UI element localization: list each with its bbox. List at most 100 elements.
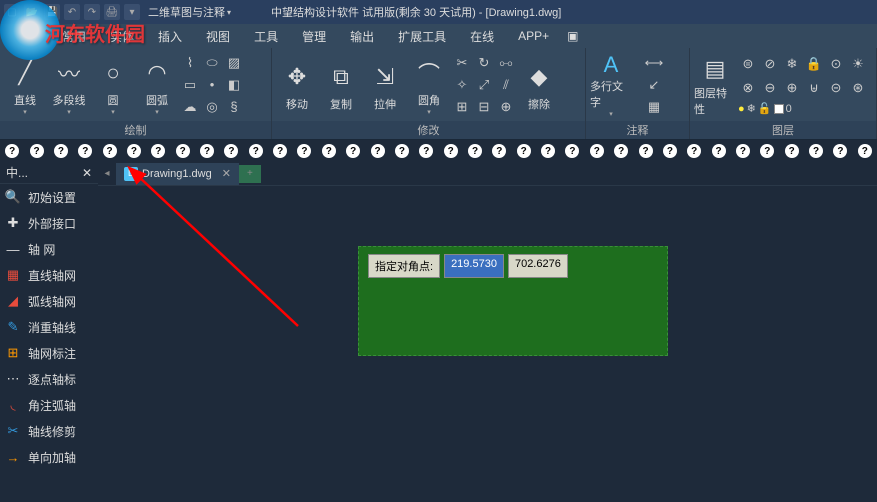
sidebar-item-10[interactable]: →单向加轴 bbox=[0, 444, 98, 470]
panel-tab-unknown[interactable]: ? bbox=[246, 142, 266, 160]
array-icon[interactable]: ⊞ bbox=[452, 97, 472, 117]
move-button[interactable]: ✥移动 bbox=[276, 53, 318, 117]
panel-tab-unknown[interactable]: ? bbox=[221, 142, 241, 160]
sidebar-item-2[interactable]: —轴 网 bbox=[0, 236, 98, 262]
line-button[interactable]: ╱直线▾ bbox=[4, 53, 46, 117]
layer-off-icon[interactable]: ⊘ bbox=[760, 54, 780, 74]
layer-iso-icon[interactable]: ⊜ bbox=[738, 54, 758, 74]
sidebar-item-6[interactable]: ⊞轴网标注 bbox=[0, 340, 98, 366]
panel-tab-unknown[interactable]: ? bbox=[660, 142, 680, 160]
join-icon[interactable]: ⊕ bbox=[496, 97, 516, 117]
panel-tab-unknown[interactable]: ? bbox=[611, 142, 631, 160]
layer-freeze-icon[interactable]: ❄ bbox=[782, 54, 802, 74]
layer-thaw-icon[interactable]: ☀ bbox=[848, 54, 868, 74]
menu-manage[interactable]: 管理 bbox=[290, 24, 338, 49]
mtext-button[interactable]: A多行文字▾ bbox=[590, 53, 632, 117]
break-icon[interactable]: ⊟ bbox=[474, 97, 494, 117]
tab-close-icon[interactable]: ✕ bbox=[222, 167, 231, 180]
tab-prev-icon[interactable]: ◂ bbox=[98, 165, 116, 183]
circle-button[interactable]: ○圆▾ bbox=[92, 53, 134, 117]
tab-new-icon[interactable]: + bbox=[239, 165, 261, 183]
panel-tab-unknown[interactable]: ? bbox=[294, 142, 314, 160]
panel-tab-unknown[interactable]: ? bbox=[392, 142, 412, 160]
panel-tab-unknown[interactable]: ? bbox=[343, 142, 363, 160]
panel-tab-unknown[interactable]: ? bbox=[733, 142, 753, 160]
coord-y-input[interactable]: 702.6276 bbox=[508, 254, 568, 278]
erase-button[interactable]: ◆擦除 bbox=[518, 53, 560, 117]
panel-tab-unknown[interactable]: ? bbox=[2, 142, 22, 160]
sidebar-item-4[interactable]: ◢弧线轴网 bbox=[0, 288, 98, 314]
document-tab[interactable]: D Drawing1.dwg ✕ bbox=[116, 163, 239, 185]
drawing-canvas[interactable]: 指定对角点: 219.5730 702.6276 bbox=[98, 186, 877, 502]
coord-x-input[interactable]: 219.5730 bbox=[444, 254, 504, 278]
menu-app[interactable]: APP+ bbox=[506, 25, 561, 47]
panel-tab-unknown[interactable]: ? bbox=[635, 142, 655, 160]
sidebar-item-3[interactable]: ▦直线轴网 bbox=[0, 262, 98, 288]
panel-tab-unknown[interactable]: ? bbox=[514, 142, 534, 160]
panel-tab-unknown[interactable]: ? bbox=[806, 142, 826, 160]
sidebar-item-5[interactable]: ✎消重轴线 bbox=[0, 314, 98, 340]
panel-tab-unknown[interactable]: ? bbox=[708, 142, 728, 160]
dim-linear-icon[interactable]: ⟷ bbox=[634, 53, 674, 73]
ellipse-icon[interactable]: ⬭ bbox=[202, 53, 222, 73]
panel-tab-unknown[interactable]: ? bbox=[197, 142, 217, 160]
arc-button[interactable]: ◠圆弧▾ bbox=[136, 53, 178, 117]
table-icon[interactable]: ▦ bbox=[634, 97, 674, 117]
spline-icon[interactable]: ⌇ bbox=[180, 53, 200, 73]
explode-icon[interactable]: ✧ bbox=[452, 75, 472, 95]
hatch-icon[interactable]: ▨ bbox=[224, 53, 244, 73]
panel-tab-unknown[interactable]: ? bbox=[148, 142, 168, 160]
menu-online[interactable]: 在线 bbox=[458, 24, 506, 49]
region-icon[interactable]: ◧ bbox=[224, 75, 244, 95]
panel-tab-unknown[interactable]: ? bbox=[416, 142, 436, 160]
fillet-button[interactable]: ⌒圆角▾ bbox=[408, 53, 450, 117]
layer-walk-icon[interactable]: ⊕ bbox=[782, 78, 802, 98]
panel-tab-unknown[interactable]: ? bbox=[684, 142, 704, 160]
layer-prev-icon[interactable]: ⊖ bbox=[760, 78, 780, 98]
stretch-button[interactable]: ⇲拉伸 bbox=[364, 53, 406, 117]
menu-expand-icon[interactable]: ▣ bbox=[561, 25, 584, 47]
panel-tab-unknown[interactable]: ? bbox=[319, 142, 339, 160]
panel-tab-unknown[interactable]: ? bbox=[855, 142, 875, 160]
leader-icon[interactable]: ↙ bbox=[634, 75, 674, 95]
panel-tab-unknown[interactable]: ? bbox=[99, 142, 119, 160]
layer-props-button[interactable]: ▤图层特性 bbox=[694, 53, 736, 117]
panel-tab-unknown[interactable]: ? bbox=[830, 142, 850, 160]
menu-ext[interactable]: 扩展工具 bbox=[386, 24, 458, 49]
panel-tab-unknown[interactable]: ? bbox=[270, 142, 290, 160]
helix-icon[interactable]: § bbox=[224, 97, 244, 117]
panel-tab-unknown[interactable]: ? bbox=[489, 142, 509, 160]
sidebar-close-icon[interactable]: ✕ bbox=[82, 166, 92, 180]
layer-del-icon[interactable]: ⊝ bbox=[826, 78, 846, 98]
panel-tab-unknown[interactable]: ? bbox=[124, 142, 144, 160]
offset-icon[interactable]: ⫽ bbox=[496, 75, 516, 95]
scale-icon[interactable]: ⤢ bbox=[474, 75, 494, 95]
layer-on-icon[interactable]: ⊙ bbox=[826, 54, 846, 74]
layer-selector[interactable]: ●❄🔓 0 bbox=[738, 102, 868, 115]
sidebar-item-8[interactable]: ◟角注弧轴 bbox=[0, 392, 98, 418]
workspace-selector[interactable]: 二维草图与注释 bbox=[148, 4, 225, 20]
menu-view[interactable]: 视图 bbox=[194, 24, 242, 49]
copy-button[interactable]: ⧉复制 bbox=[320, 53, 362, 117]
panel-tab-unknown[interactable]: ? bbox=[51, 142, 71, 160]
donut-icon[interactable]: ◎ bbox=[202, 97, 222, 117]
panel-tab-unknown[interactable]: ? bbox=[75, 142, 95, 160]
sidebar-item-7[interactable]: ⋯逐点轴标 bbox=[0, 366, 98, 392]
panel-tab-unknown[interactable]: ? bbox=[587, 142, 607, 160]
panel-tab-unknown[interactable]: ? bbox=[26, 142, 46, 160]
layer-state-icon[interactable]: ⊛ bbox=[848, 78, 868, 98]
panel-tab-unknown[interactable]: ? bbox=[173, 142, 193, 160]
layer-lock-icon[interactable]: 🔒 bbox=[804, 54, 824, 74]
rect-icon[interactable]: ▭ bbox=[180, 75, 200, 95]
point-icon[interactable]: • bbox=[202, 75, 222, 95]
sidebar-item-0[interactable]: 🔍初始设置 bbox=[0, 184, 98, 210]
layer-merge-icon[interactable]: ⊎ bbox=[804, 78, 824, 98]
sidebar-item-1[interactable]: ✚外部接口 bbox=[0, 210, 98, 236]
panel-tab-unknown[interactable]: ? bbox=[782, 142, 802, 160]
rotate-icon[interactable]: ↻ bbox=[474, 53, 494, 73]
panel-tab-unknown[interactable]: ? bbox=[562, 142, 582, 160]
panel-tab-unknown[interactable]: ? bbox=[440, 142, 460, 160]
menu-tools[interactable]: 工具 bbox=[242, 24, 290, 49]
polyline-button[interactable]: 〰多段线▾ bbox=[48, 53, 90, 117]
panel-tab-unknown[interactable]: ? bbox=[757, 142, 777, 160]
